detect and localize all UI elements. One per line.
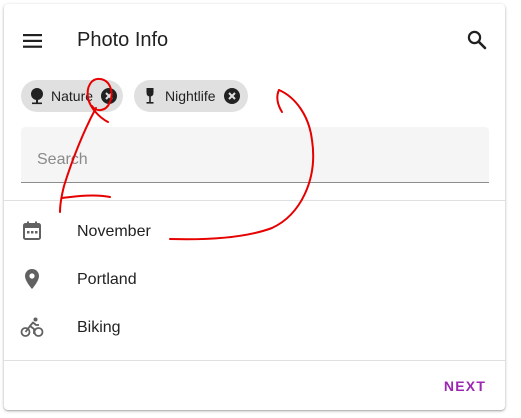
chip-label: Nature [51, 88, 94, 104]
search-input[interactable] [21, 127, 489, 182]
divider [4, 200, 505, 201]
list-item-activity[interactable]: Biking [4, 303, 505, 351]
divider [4, 360, 505, 361]
list-item-label: November [77, 223, 151, 240]
list-item-label: Biking [77, 319, 121, 336]
search-field [21, 127, 489, 183]
search-button[interactable] [462, 25, 492, 55]
list-item-date[interactable]: November [4, 207, 505, 255]
chip-label: Nightlife [165, 88, 216, 104]
list-item-label: Portland [77, 271, 137, 288]
cancel-circle-icon[interactable] [222, 86, 242, 106]
top-app-bar: Photo Info [4, 4, 505, 76]
search-icon [467, 30, 487, 50]
menu-icon [23, 34, 42, 48]
next-button[interactable]: NEXT [435, 372, 495, 400]
calendar-icon [23, 221, 41, 240]
list-item-location[interactable]: Portland [4, 255, 505, 303]
cancel-circle-icon[interactable] [99, 86, 119, 106]
menu-button[interactable] [18, 26, 48, 56]
bike-icon [20, 317, 44, 337]
tree-icon [31, 88, 43, 105]
chip-nature[interactable]: Nature [21, 80, 123, 112]
page-title: Photo Info [77, 29, 169, 51]
location-pin-icon [25, 269, 39, 289]
photo-info-card: Photo Info Nature Nightlife Search Novem… [4, 4, 505, 410]
wine-glass-icon [146, 88, 154, 104]
chip-nightlife[interactable]: Nightlife [134, 80, 248, 112]
